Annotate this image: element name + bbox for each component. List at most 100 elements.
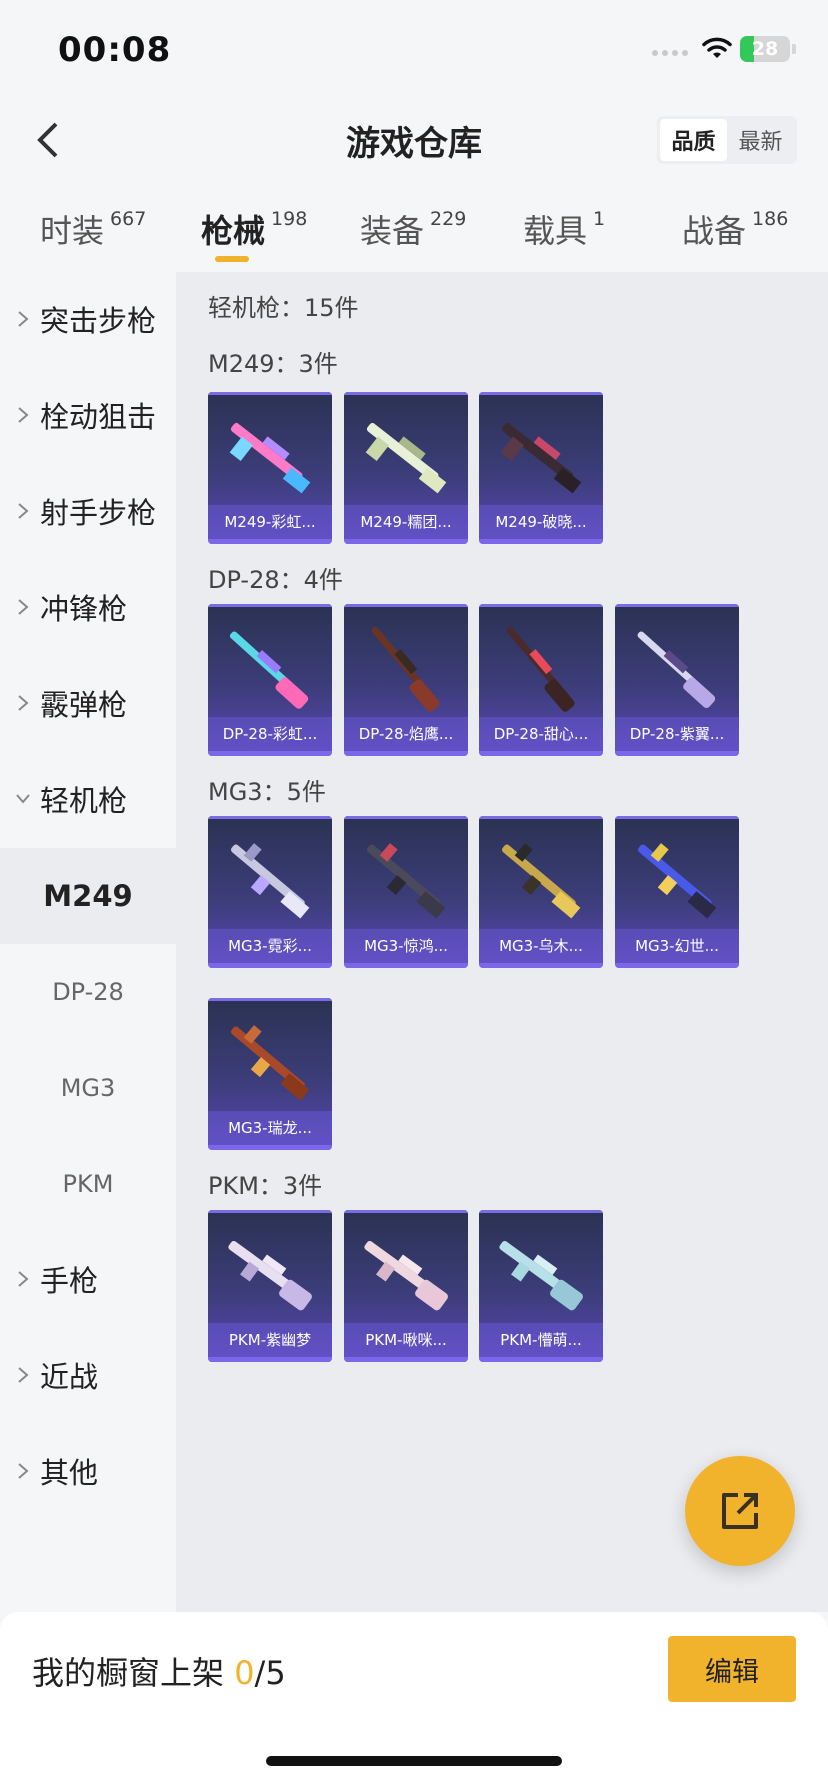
weapon-name: DP-28-彩虹... xyxy=(208,717,332,751)
tab-guns[interactable]: 枪械 198 xyxy=(201,206,307,252)
chevron-right-icon xyxy=(18,599,29,615)
chevron-right-icon xyxy=(18,695,29,711)
sidebar-item-label: 其他 xyxy=(40,1456,99,1490)
weapon-card[interactable]: DP-28-紫翼... xyxy=(615,604,739,756)
weapon-card[interactable]: MG3-霓彩... xyxy=(208,816,332,968)
weapon-card[interactable]: M249-彩虹... xyxy=(208,392,332,544)
weapon-name: PKM-懵萌... xyxy=(479,1323,603,1357)
sort-toggle: 品质 最新 xyxy=(657,116,797,164)
weapon-image xyxy=(228,1240,312,1311)
chevron-right-icon xyxy=(18,503,29,519)
tab-supplies[interactable]: 战备 186 xyxy=(682,206,788,252)
tab-count: 229 xyxy=(430,208,467,230)
sidebar-item-label: 手枪 xyxy=(40,1264,99,1298)
weapon-name: PKM-紫幽梦 xyxy=(208,1323,332,1357)
sidebar-subitem-dp28[interactable]: DP-28 xyxy=(0,944,176,1040)
battery-icon: 28 xyxy=(740,36,790,62)
tab-vehicles[interactable]: 载具 1 xyxy=(523,206,605,252)
weapon-image xyxy=(371,626,440,712)
weapon-card[interactable]: PKM-懵萌... xyxy=(479,1210,603,1362)
weapon-name: MG3-幻世... xyxy=(615,929,739,963)
sidebar-item-label: 冲锋枪 xyxy=(40,592,128,626)
weapon-grid: 轻机枪：15件 M249：3件 M249-彩虹... M249-糯团... M2… xyxy=(176,272,828,1612)
weapon-card[interactable]: DP-28-焰鹰... xyxy=(344,604,468,756)
weapon-name: MG3-霓彩... xyxy=(208,929,332,963)
sidebar-item-bolt-sniper[interactable]: 栓动狙击 xyxy=(0,368,176,464)
wifi-icon xyxy=(702,37,732,58)
sidebar-item-smg[interactable]: 冲锋枪 xyxy=(0,560,176,656)
category-tabs: 时装 667 枪械 198 装备 229 载具 1 战备 186 xyxy=(0,200,828,272)
weapon-card[interactable]: MG3-惊鸿... xyxy=(344,816,468,968)
weapon-card[interactable]: PKM-紫幽梦 xyxy=(208,1210,332,1362)
chevron-right-icon xyxy=(18,407,29,423)
sidebar: 突击步枪 栓动狙击 射手步枪 冲锋枪 霰弹枪 轻机枪 M249 DP-28 MG… xyxy=(0,272,176,1612)
weapon-image xyxy=(637,631,716,708)
sidebar-item-melee[interactable]: 近战 xyxy=(0,1328,176,1424)
sort-newest-button[interactable]: 最新 xyxy=(727,119,794,161)
chevron-right-icon xyxy=(18,1271,29,1287)
chevron-right-icon xyxy=(18,1367,29,1383)
tab-count: 198 xyxy=(271,208,308,230)
weapon-image xyxy=(365,422,447,494)
weapon-name: PKM-啾咪... xyxy=(344,1323,468,1357)
weapon-name: DP-28-紫翼... xyxy=(615,717,739,751)
home-indicator[interactable] xyxy=(266,1756,562,1766)
weapon-card[interactable]: MG3-乌木... xyxy=(479,816,603,968)
sidebar-item-label: 栓动狙击 xyxy=(40,400,157,434)
sidebar-item-label: 突击步枪 xyxy=(40,304,157,338)
sidebar-subitem-mg3[interactable]: MG3 xyxy=(0,1040,176,1136)
weapon-image xyxy=(501,843,581,919)
sidebar-item-other[interactable]: 其他 xyxy=(0,1424,176,1520)
showcase-count: 0 xyxy=(234,1654,255,1692)
showcase-status: 我的橱窗上架 0/5 xyxy=(32,1654,286,1692)
sidebar-item-assault-rifle[interactable]: 突击步枪 xyxy=(0,272,176,368)
weapon-image xyxy=(230,1025,310,1101)
weapon-name: M249-破晓... xyxy=(479,505,603,539)
sidebar-item-label: 射手步枪 xyxy=(40,496,157,530)
sidebar-subitem-m249[interactable]: M249 xyxy=(0,848,176,944)
share-button[interactable] xyxy=(685,1456,795,1566)
chevron-down-icon xyxy=(16,794,30,804)
chevron-right-icon xyxy=(18,311,29,327)
sidebar-item-lmg[interactable]: 轻机枪 xyxy=(0,752,176,848)
sidebar-item-label: 轻机枪 xyxy=(40,784,128,818)
group-title: MG3：5件 xyxy=(208,778,326,806)
weapon-card[interactable]: DP-28-甜心... xyxy=(479,604,603,756)
sort-quality-button[interactable]: 品质 xyxy=(660,119,727,161)
weapon-image xyxy=(364,1240,448,1311)
weapon-name: M249-彩虹... xyxy=(208,505,332,539)
group-title: M249：3件 xyxy=(208,350,338,378)
tab-count: 667 xyxy=(110,208,147,230)
weapon-image xyxy=(229,422,311,494)
weapon-card[interactable]: M249-糯团... xyxy=(344,392,468,544)
weapon-name: DP-28-焰鹰... xyxy=(344,717,468,751)
tab-fashion[interactable]: 时装 667 xyxy=(40,206,146,252)
sidebar-item-pistol[interactable]: 手枪 xyxy=(0,1232,176,1328)
weapon-image xyxy=(499,1240,583,1311)
sidebar-item-marksman-rifle[interactable]: 射手步枪 xyxy=(0,464,176,560)
weapon-name: M249-糯团... xyxy=(344,505,468,539)
active-tab-indicator xyxy=(215,256,249,262)
group-title: PKM：3件 xyxy=(208,1172,323,1200)
weapon-card[interactable]: MG3-幻世... xyxy=(615,816,739,968)
sidebar-subitem-pkm[interactable]: PKM xyxy=(0,1136,176,1232)
chevron-right-icon xyxy=(18,1463,29,1479)
share-icon xyxy=(722,1493,758,1529)
sidebar-item-label: 霰弹枪 xyxy=(40,688,128,722)
weapon-card[interactable]: MG3-瑞龙... xyxy=(208,998,332,1150)
weapon-name: MG3-瑞龙... xyxy=(208,1111,332,1145)
nav-bar: 游戏仓库 品质 最新 xyxy=(0,100,828,180)
edit-button[interactable]: 编辑 xyxy=(668,1636,796,1702)
weapon-name: MG3-乌木... xyxy=(479,929,603,963)
sidebar-item-shotgun[interactable]: 霰弹枪 xyxy=(0,656,176,752)
weapon-card[interactable]: DP-28-彩虹... xyxy=(208,604,332,756)
tab-count: 1 xyxy=(593,208,606,230)
status-time: 00:08 xyxy=(58,30,172,70)
weapon-image xyxy=(500,422,582,494)
tab-equipment[interactable]: 装备 229 xyxy=(360,206,466,252)
weapon-card[interactable]: M249-破晓... xyxy=(479,392,603,544)
tab-count: 186 xyxy=(752,208,789,230)
weapon-card[interactable]: PKM-啾咪... xyxy=(344,1210,468,1362)
weapon-name: DP-28-甜心... xyxy=(479,717,603,751)
weapon-image xyxy=(637,843,717,919)
